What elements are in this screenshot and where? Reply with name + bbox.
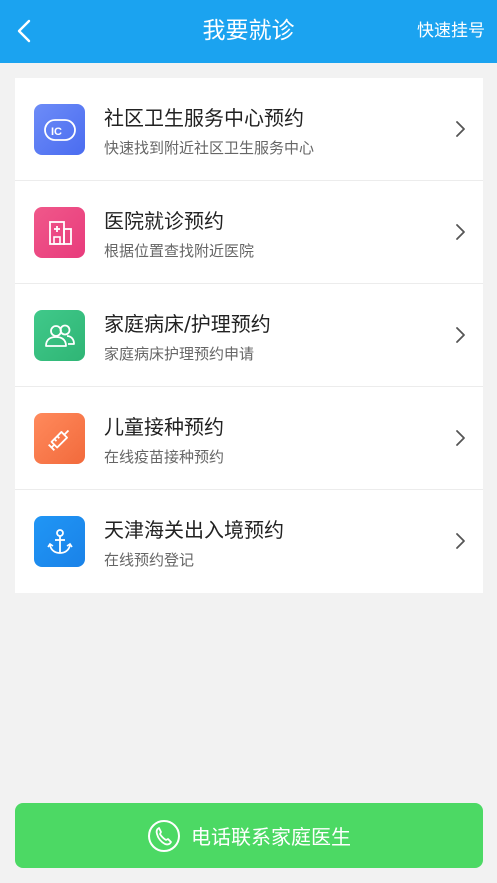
call-button-label: 电话联系家庭医生 xyxy=(191,825,351,849)
call-family-doctor-button[interactable]: 电话联系家庭医生 xyxy=(15,803,483,868)
syringe-icon xyxy=(34,413,85,464)
chevron-left-icon xyxy=(17,19,31,43)
chevron-right-icon xyxy=(456,430,465,446)
item-subtitle: 在线预约登记 xyxy=(104,551,195,569)
chevron-right-icon xyxy=(456,327,465,343)
item-subtitle: 家庭病床护理预约申请 xyxy=(104,345,255,363)
chevron-right-icon xyxy=(456,224,465,240)
list-item-hospital[interactable]: 医院就诊预约 根据位置查找附近医院 xyxy=(15,181,483,284)
anchor-icon xyxy=(34,516,85,567)
item-subtitle: 根据位置查找附近医院 xyxy=(104,242,255,260)
list-item-child-vaccination[interactable]: 儿童接种预约 在线疫苗接种预约 xyxy=(15,387,483,490)
item-subtitle: 在线疫苗接种预约 xyxy=(104,448,225,466)
people-icon xyxy=(34,310,85,361)
item-title: 家庭病床/护理预约 xyxy=(104,312,271,336)
hospital-icon xyxy=(34,207,85,258)
item-subtitle: 快速找到附近社区卫生服务中心 xyxy=(104,139,315,157)
list-item-customs-entry-exit[interactable]: 天津海关出入境预约 在线预约登记 xyxy=(15,490,483,593)
list-item-home-care[interactable]: 家庭病床/护理预约 家庭病床护理预约申请 xyxy=(15,284,483,387)
item-title: 社区卫生服务中心预约 xyxy=(104,106,304,130)
community-health-icon: IC xyxy=(34,104,85,155)
item-title: 天津海关出入境预约 xyxy=(104,518,284,542)
top-bar: 我要就诊 快速挂号 xyxy=(0,0,497,63)
appointment-list: IC 社区卫生服务中心预约 快速找到附近社区卫生服务中心 医院就诊预约 根据位置… xyxy=(15,78,483,593)
chevron-right-icon xyxy=(456,533,465,549)
quick-register-link[interactable]: 快速挂号 xyxy=(417,0,485,63)
item-title: 医院就诊预约 xyxy=(104,209,224,233)
phone-icon xyxy=(148,819,180,852)
back-button[interactable] xyxy=(8,14,42,48)
list-item-community-health[interactable]: IC 社区卫生服务中心预约 快速找到附近社区卫生服务中心 xyxy=(15,78,483,181)
chevron-right-icon xyxy=(456,121,465,137)
item-title: 儿童接种预约 xyxy=(104,415,224,439)
svg-text:IC: IC xyxy=(51,126,62,138)
